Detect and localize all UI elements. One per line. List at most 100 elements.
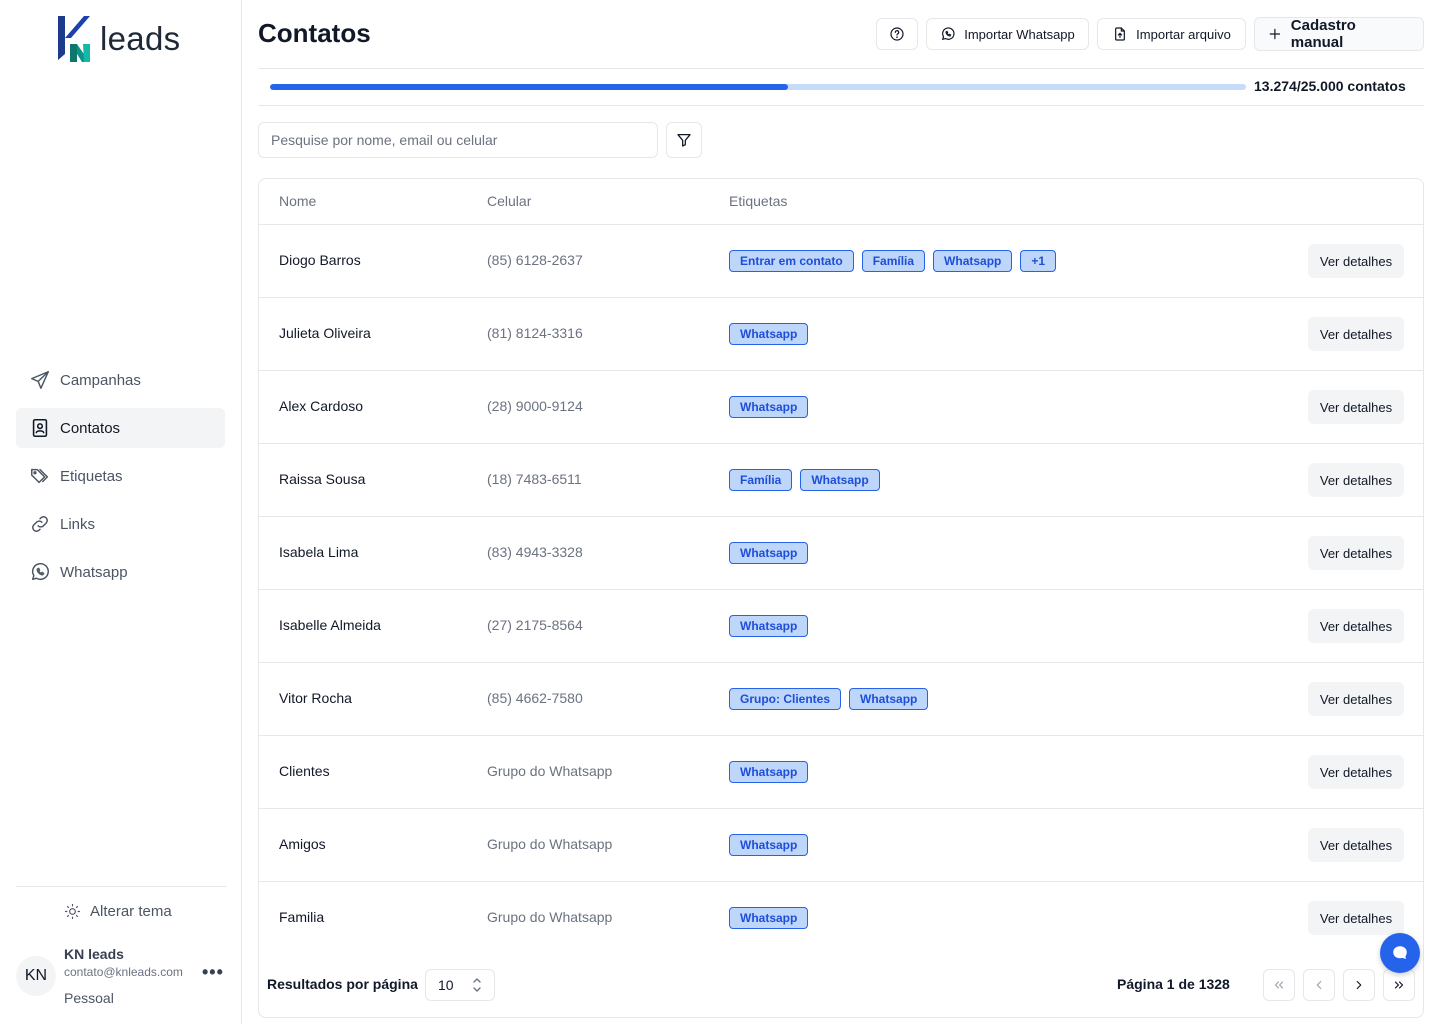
contact-tags: Whatsapp xyxy=(729,542,809,564)
per-page-value: 10 xyxy=(438,977,454,993)
contact-tags: Whatsapp xyxy=(729,615,809,637)
view-details-button[interactable]: Ver detalhes xyxy=(1308,536,1404,570)
whatsapp-icon xyxy=(31,563,49,581)
usage-progress-fill xyxy=(270,84,789,90)
table-row: Isabelle Almeida (27) 2175-8564 Whatsapp Ve… xyxy=(259,590,1423,663)
column-header-tags: Etiquetas xyxy=(729,193,788,209)
help-icon xyxy=(890,27,904,41)
sidebar-divider xyxy=(16,886,226,887)
contact-name: Julieta Oliveira xyxy=(279,325,371,341)
theme-toggle-label: Alterar tema xyxy=(90,903,172,920)
link-icon xyxy=(32,516,48,532)
table-row: Clientes Grupo do Whatsapp Whatsapp Ver det… xyxy=(259,736,1423,809)
table-row: Diogo Barros (85) 6128-2637 Entrar em cont… xyxy=(259,225,1423,298)
contact-tags: Whatsapp xyxy=(729,396,809,418)
chevron-up-down-icon xyxy=(473,978,481,992)
view-details-button[interactable]: Ver detalhes xyxy=(1308,463,1404,497)
tag-badge: Whatsapp xyxy=(800,469,880,491)
logo[interactable]: leads xyxy=(54,14,180,64)
tag-badge: Entrar em contato xyxy=(729,250,854,272)
sidebar-item-campanhas[interactable]: Campanhas xyxy=(16,360,225,400)
whatsapp-icon xyxy=(942,27,955,40)
view-details-button[interactable]: Ver detalhes xyxy=(1308,828,1404,862)
search-input[interactable] xyxy=(258,122,658,158)
tag-badge: Whatsapp xyxy=(849,688,929,710)
import-whatsapp-button[interactable]: Importar Whatsapp xyxy=(926,18,1089,50)
help-button[interactable] xyxy=(876,18,918,50)
import-file-label: Importar arquivo xyxy=(1136,26,1231,42)
last-page-button[interactable] xyxy=(1383,969,1415,1001)
contact-name: Vitor Rocha xyxy=(279,690,352,706)
chevron-left-icon xyxy=(1316,980,1322,990)
header-divider xyxy=(258,68,1424,69)
tags-icon xyxy=(31,468,49,484)
contact-tags: Família Whatsapp xyxy=(729,469,880,491)
view-details-button[interactable]: Ver detalhes xyxy=(1308,390,1404,424)
progress-divider xyxy=(258,105,1424,106)
sidebar-item-label: Links xyxy=(60,515,96,533)
contact-phone: (85) 4662-7580 xyxy=(487,690,583,706)
table-row: Vitor Rocha (85) 4662-7580 Grupo: Clientes… xyxy=(259,663,1423,736)
contact-name: Diogo Barros xyxy=(279,252,361,268)
contact-phone: (28) 9000-9124 xyxy=(487,398,583,414)
tag-badge: Whatsapp xyxy=(933,250,1013,272)
chevrons-right-icon xyxy=(1394,981,1404,989)
contact-phone: Grupo do Whatsapp xyxy=(487,763,613,779)
view-details-button[interactable]: Ver detalhes xyxy=(1308,901,1404,935)
tag-badge: Whatsapp xyxy=(729,542,809,564)
contact-tags: Entrar em contato Família Whatsapp +1 xyxy=(729,250,1057,272)
chat-bubble-icon xyxy=(1393,946,1407,959)
filter-button[interactable] xyxy=(666,122,702,158)
chat-support-button[interactable] xyxy=(1380,933,1420,973)
table-row: Isabela Lima (83) 4943-3328 Whatsapp Ver de… xyxy=(259,517,1423,590)
contact-phone: (27) 2175-8564 xyxy=(487,617,583,633)
sidebar-item-whatsapp[interactable]: Whatsapp xyxy=(16,552,225,592)
theme-toggle-button[interactable]: Alterar tema xyxy=(64,903,172,920)
table-header: Nome Celular Etiquetas xyxy=(259,179,1423,225)
contact-tags: Whatsapp xyxy=(729,907,809,929)
contact-book-icon xyxy=(32,418,48,438)
view-details-button[interactable]: Ver detalhes xyxy=(1308,244,1404,278)
send-icon xyxy=(31,371,49,389)
chevron-right-icon xyxy=(1356,980,1362,990)
manual-register-button[interactable]: Cadastro manual xyxy=(1254,17,1424,51)
next-page-button[interactable] xyxy=(1343,969,1375,1001)
contact-phone: (18) 7483-6511 xyxy=(487,471,582,487)
contact-name: Clientes xyxy=(279,763,330,779)
logo-text: leads xyxy=(100,20,181,57)
table-row: Julieta Oliveira (81) 8124-3316 Whatsapp Ve… xyxy=(259,298,1423,371)
sidebar-item-contatos[interactable]: Contatos xyxy=(16,408,225,448)
table-row: Raissa Sousa (18) 7483-6511 Família Whatsap… xyxy=(259,444,1423,517)
per-page-select[interactable]: 10 xyxy=(425,969,495,1001)
tag-badge: Família xyxy=(861,250,926,272)
import-whatsapp-label: Importar Whatsapp xyxy=(964,26,1075,42)
contact-phone: (83) 4943-3328 xyxy=(487,544,583,560)
sun-icon xyxy=(64,903,81,920)
contact-phone: Grupo do Whatsapp xyxy=(487,909,613,925)
more-options-icon[interactable]: ••• xyxy=(202,962,224,983)
view-details-button[interactable]: Ver detalhes xyxy=(1308,682,1404,716)
import-file-button[interactable]: Importar arquivo xyxy=(1097,18,1246,50)
tag-badge: Whatsapp xyxy=(729,323,809,345)
user-profile: KN KN leads contato@knleads.com Pessoal … xyxy=(16,944,228,1008)
contact-phone: (81) 8124-3316 xyxy=(487,325,583,341)
column-header-phone: Celular xyxy=(487,193,532,209)
file-upload-icon xyxy=(1115,27,1126,41)
first-page-button[interactable] xyxy=(1263,969,1295,1001)
view-details-button[interactable]: Ver detalhes xyxy=(1308,609,1404,643)
view-details-button[interactable]: Ver detalhes xyxy=(1308,755,1404,789)
sidebar-item-links[interactable]: Links xyxy=(16,504,225,544)
plus-icon xyxy=(1269,28,1281,40)
sidebar-item-label: Etiquetas xyxy=(60,467,123,485)
contact-tags: Whatsapp xyxy=(729,323,809,345)
tag-badge: Whatsapp xyxy=(729,834,809,856)
table-body: Diogo Barros (85) 6128-2637 Entrar em cont… xyxy=(259,225,1423,955)
sidebar-item-etiquetas[interactable]: Etiquetas xyxy=(16,456,225,496)
chevrons-left-icon xyxy=(1274,981,1284,989)
table-row: Familia Grupo do Whatsapp Whatsapp Ver deta… xyxy=(259,882,1423,955)
view-details-button[interactable]: Ver detalhes xyxy=(1308,317,1404,351)
page-info: Página 1 de 1328 xyxy=(1117,976,1230,992)
previous-page-button[interactable] xyxy=(1303,969,1335,1001)
tag-badge: Whatsapp xyxy=(729,907,809,929)
user-name: KN leads xyxy=(64,946,124,962)
